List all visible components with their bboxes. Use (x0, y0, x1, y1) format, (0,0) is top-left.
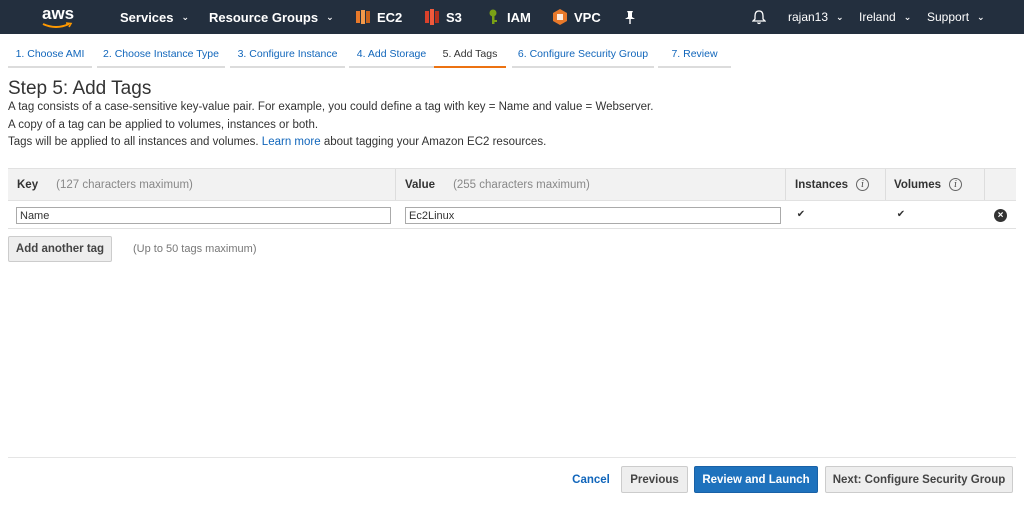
services-menu[interactable]: Services ⌄ (120, 0, 189, 34)
resource-groups-menu[interactable]: Resource Groups ⌄ (209, 0, 334, 34)
bell-icon (752, 9, 766, 24)
chevron-down-icon: ⌄ (903, 11, 912, 22)
aws-logo[interactable]: aws (36, 3, 80, 31)
tab-choose-ami[interactable]: 1. Choose AMI (8, 42, 92, 68)
previous-button[interactable]: Previous (621, 466, 688, 493)
ec2-shortcut[interactable]: EC2 (356, 0, 402, 34)
vpc-shortcut[interactable]: VPC (553, 0, 601, 34)
iam-key-icon (489, 9, 497, 24)
description-line-1: A tag consists of a case-sensitive key-v… (8, 101, 654, 113)
aws-smile-icon (42, 22, 73, 28)
support-menu[interactable]: Support ⌄ (927, 0, 985, 34)
chevron-down-icon: ⌄ (326, 11, 334, 22)
column-divider (984, 169, 985, 200)
tag-value-input[interactable] (405, 207, 781, 224)
tag-limit-note: (Up to 50 tags maximum) (133, 243, 257, 255)
description-line-3: Tags will be applied to all instances an… (8, 136, 547, 148)
column-divider (395, 169, 396, 200)
ec2-icon (356, 10, 370, 24)
tab-configure-instance[interactable]: 3. Configure Instance (230, 42, 345, 68)
table-row: ✔ ✔ × (8, 201, 1016, 229)
tab-configure-security-group[interactable]: 6. Configure Security Group (512, 42, 654, 68)
tag-key-input[interactable] (16, 207, 391, 224)
column-volumes: Volumes i (894, 169, 963, 200)
page-title: Step 5: Add Tags (8, 78, 152, 99)
region-menu[interactable]: Ireland ⌄ (859, 0, 911, 34)
description-line-2: A copy of a tag can be applied to volume… (8, 119, 319, 131)
instances-checkbox[interactable]: ✔ (796, 210, 806, 220)
chevron-down-icon: ⌄ (836, 11, 844, 22)
s3-shortcut[interactable]: S3 (425, 0, 462, 34)
volumes-checkbox[interactable]: ✔ (896, 210, 906, 220)
info-icon[interactable]: i (949, 178, 963, 191)
cancel-button[interactable]: Cancel (566, 467, 616, 493)
add-another-tag-button[interactable]: Add another tag (8, 236, 112, 262)
remove-tag-icon[interactable]: × (994, 209, 1007, 222)
review-and-launch-button[interactable]: Review and Launch (694, 466, 818, 493)
info-icon[interactable]: i (856, 178, 870, 191)
learn-more-link[interactable]: Learn more (262, 136, 321, 148)
user-menu[interactable]: rajan13 ⌄ (788, 0, 844, 34)
next-configure-security-group-button[interactable]: Next: Configure Security Group (825, 466, 1013, 493)
column-instances: Instances i (795, 169, 870, 200)
pin-icon (625, 10, 635, 24)
aws-logo-text: aws (42, 4, 75, 23)
footer-divider (8, 457, 1016, 458)
chevron-down-icon: ⌄ (181, 11, 190, 22)
notifications[interactable] (752, 0, 766, 34)
tab-review[interactable]: 7. Review (658, 42, 731, 68)
s3-bucket-icon (425, 9, 439, 25)
column-key: Key (127 characters maximum) (17, 178, 193, 191)
column-divider (785, 169, 786, 200)
vpc-icon (553, 9, 567, 25)
column-value: Value (255 characters maximum) (405, 178, 590, 191)
tab-add-storage[interactable]: 4. Add Storage (349, 42, 434, 68)
top-nav-bar: aws Services ⌄ Resource Groups ⌄ EC2 S3 IA… (0, 0, 1024, 34)
chevron-down-icon: ⌄ (977, 11, 985, 22)
tab-add-tags[interactable]: 5. Add Tags (434, 42, 506, 68)
pin-shortcuts[interactable] (624, 0, 636, 34)
tab-choose-instance-type[interactable]: 2. Choose Instance Type (97, 42, 225, 68)
table-header: Key (127 characters maximum) Value (255 … (8, 168, 1016, 201)
column-divider (885, 169, 886, 200)
iam-shortcut[interactable]: IAM (486, 0, 531, 34)
